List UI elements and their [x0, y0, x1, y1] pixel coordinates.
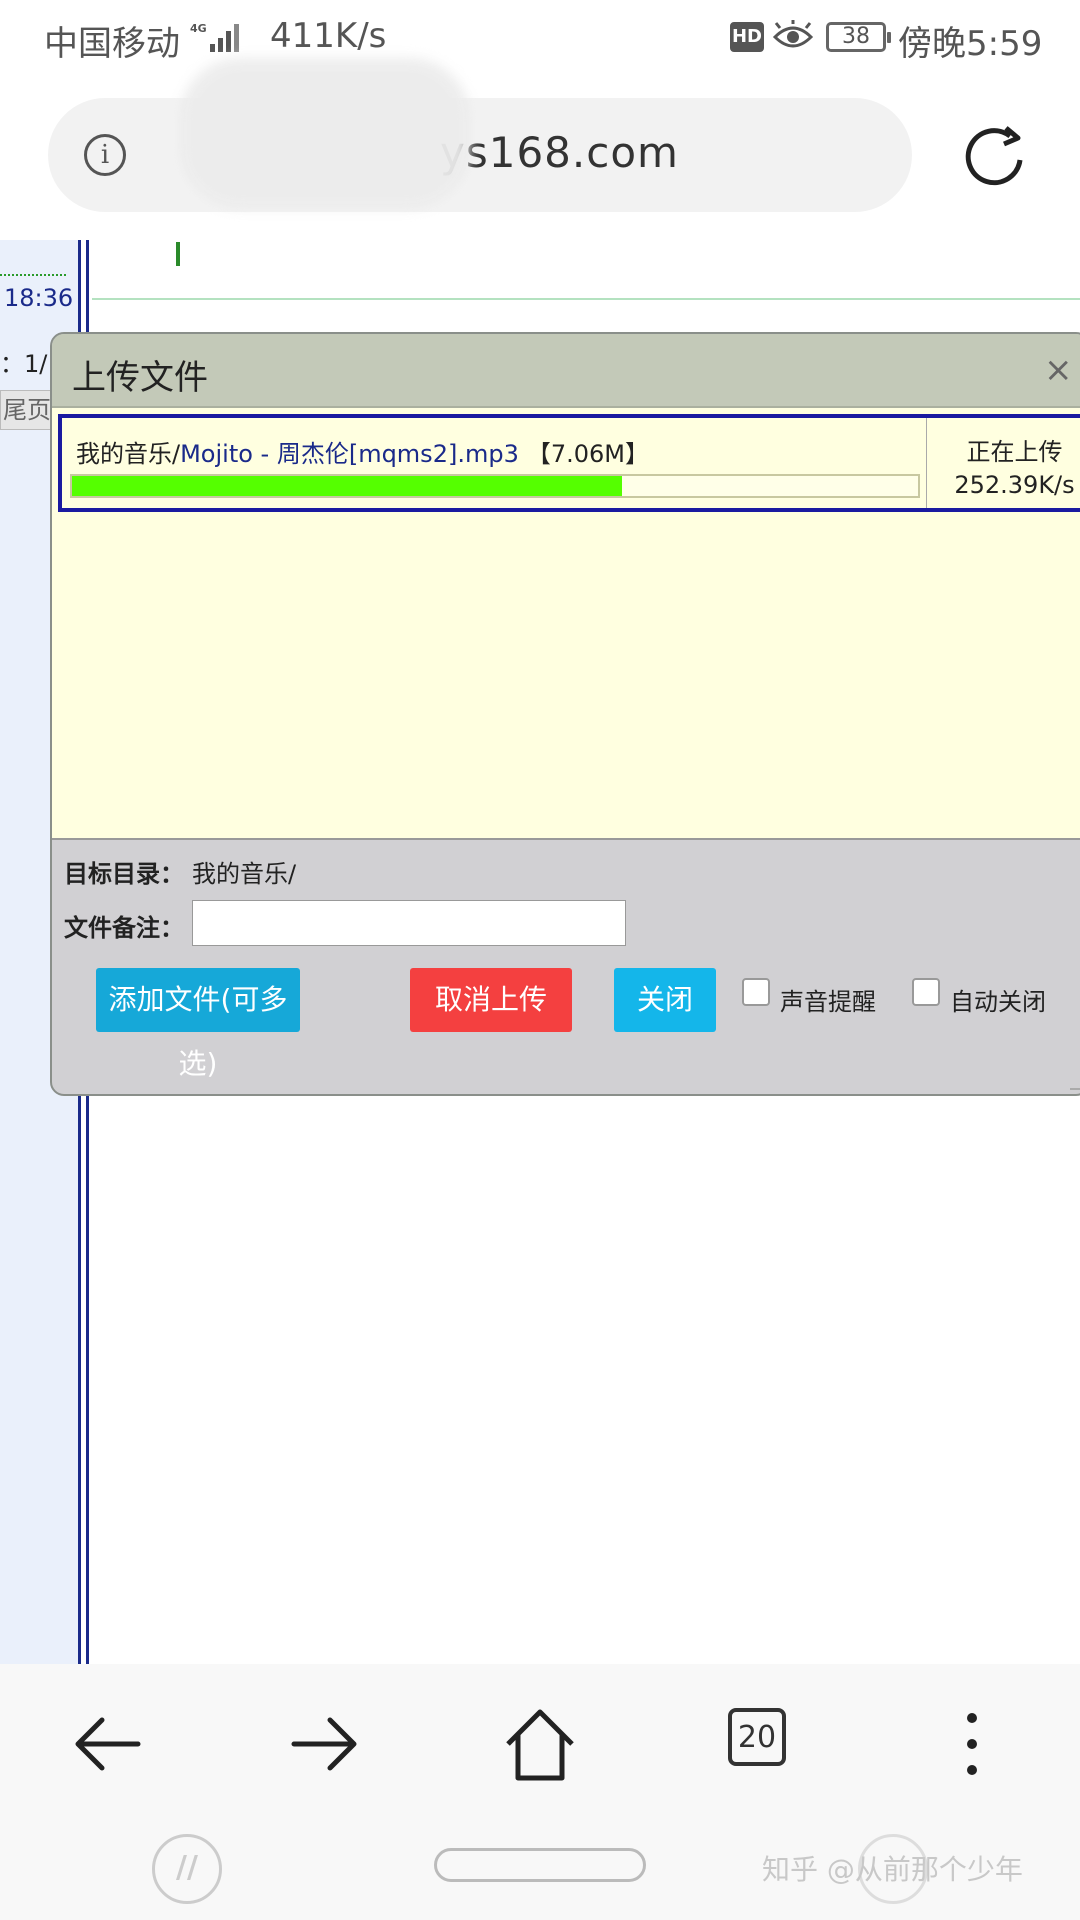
text-cursor	[176, 242, 180, 266]
target-dir-value: 我的音乐/	[192, 860, 297, 888]
dotted-separator	[0, 274, 66, 276]
note-label: 文件备注：	[64, 914, 184, 942]
home-gesture-pill[interactable]	[434, 1848, 646, 1882]
post-time: 18:36	[4, 284, 74, 312]
system-navigation: // 知乎 @从前那个少年	[0, 1812, 1080, 1920]
upload-rate: 252.39K/s	[954, 471, 1075, 499]
auto-close-checkbox[interactable]	[912, 978, 940, 1006]
upload-dialog: 上传文件 × 我的音乐/Mojito - 周杰伦[mqms2].mp3 【7.06…	[50, 332, 1080, 1096]
address-bar[interactable]: i ys168.com	[48, 58, 912, 212]
browser-toolbar: 20	[0, 1664, 1080, 1812]
battery-icon: 38	[826, 22, 891, 52]
url-redaction	[180, 58, 470, 208]
sound-alert-checkbox[interactable]	[742, 978, 770, 1006]
auto-close-label: 自动关闭	[950, 988, 1046, 1016]
more-menu-icon[interactable]	[932, 1704, 1012, 1784]
close-dialog-button[interactable]: 关闭	[614, 968, 716, 1032]
file-note-input[interactable]	[192, 900, 626, 946]
sound-alert-label: 声音提醒	[780, 988, 876, 1016]
watermark: 知乎 @从前那个少年	[762, 1853, 1023, 1886]
page-separator	[92, 298, 1080, 300]
upload-file-list: 我的音乐/Mojito - 周杰伦[mqms2].mp3 【7.06M】 正在上传…	[52, 408, 1080, 840]
upload-file-row: 我的音乐/Mojito - 周杰伦[mqms2].mp3 【7.06M】 正在上传…	[58, 414, 1080, 512]
file-size: 【7.06M】	[526, 440, 649, 468]
add-files-button[interactable]: 添加文件(可多选)	[96, 968, 300, 1080]
home-icon[interactable]	[500, 1704, 580, 1784]
cancel-upload-button[interactable]: 取消上传	[410, 968, 572, 1032]
page-indicator: ：1/	[0, 350, 48, 378]
carrier-name: 中国移动	[44, 24, 180, 64]
dialog-title: 上传文件	[72, 358, 208, 398]
target-dir-label: 目标目录：	[64, 860, 184, 888]
file-directory: 我的音乐/	[76, 440, 181, 468]
forward-arrow-icon[interactable]	[284, 1704, 364, 1784]
assistant-icon[interactable]: //	[152, 1834, 222, 1904]
dialog-header[interactable]: 上传文件 ×	[52, 334, 1080, 408]
network-type: 4G	[190, 22, 207, 35]
resize-grip-icon[interactable]	[1070, 1076, 1080, 1090]
upload-status: 正在上传	[966, 438, 1063, 466]
network-speed: 411K/s	[270, 16, 387, 56]
reload-icon[interactable]	[958, 120, 1030, 192]
upload-progress-fill	[72, 476, 622, 496]
file-path: 我的音乐/Mojito - 周杰伦[mqms2].mp3 【7.06M】	[76, 434, 649, 469]
tabs-count-button[interactable]: 20	[728, 1708, 786, 1766]
eye-icon	[772, 20, 814, 48]
back-arrow-icon[interactable]	[68, 1704, 148, 1784]
url-text[interactable]: ys168.com	[440, 128, 679, 177]
upload-status-cell: 正在上传 252.39K/s	[926, 418, 1080, 508]
info-icon[interactable]: i	[84, 134, 126, 176]
last-page-button[interactable]: 尾页	[0, 390, 52, 430]
signal-icon: 4G	[190, 22, 239, 52]
status-bar: 中国移动 4G 411K/s HD 38 傍晚5:59	[0, 0, 1080, 72]
upload-progress-bar	[70, 474, 920, 498]
file-name: Mojito - 周杰伦[mqms2].mp3	[180, 440, 519, 468]
close-icon[interactable]: ×	[1044, 350, 1073, 390]
hd-icon: HD	[730, 22, 764, 52]
clock: 傍晚5:59	[898, 24, 1043, 64]
